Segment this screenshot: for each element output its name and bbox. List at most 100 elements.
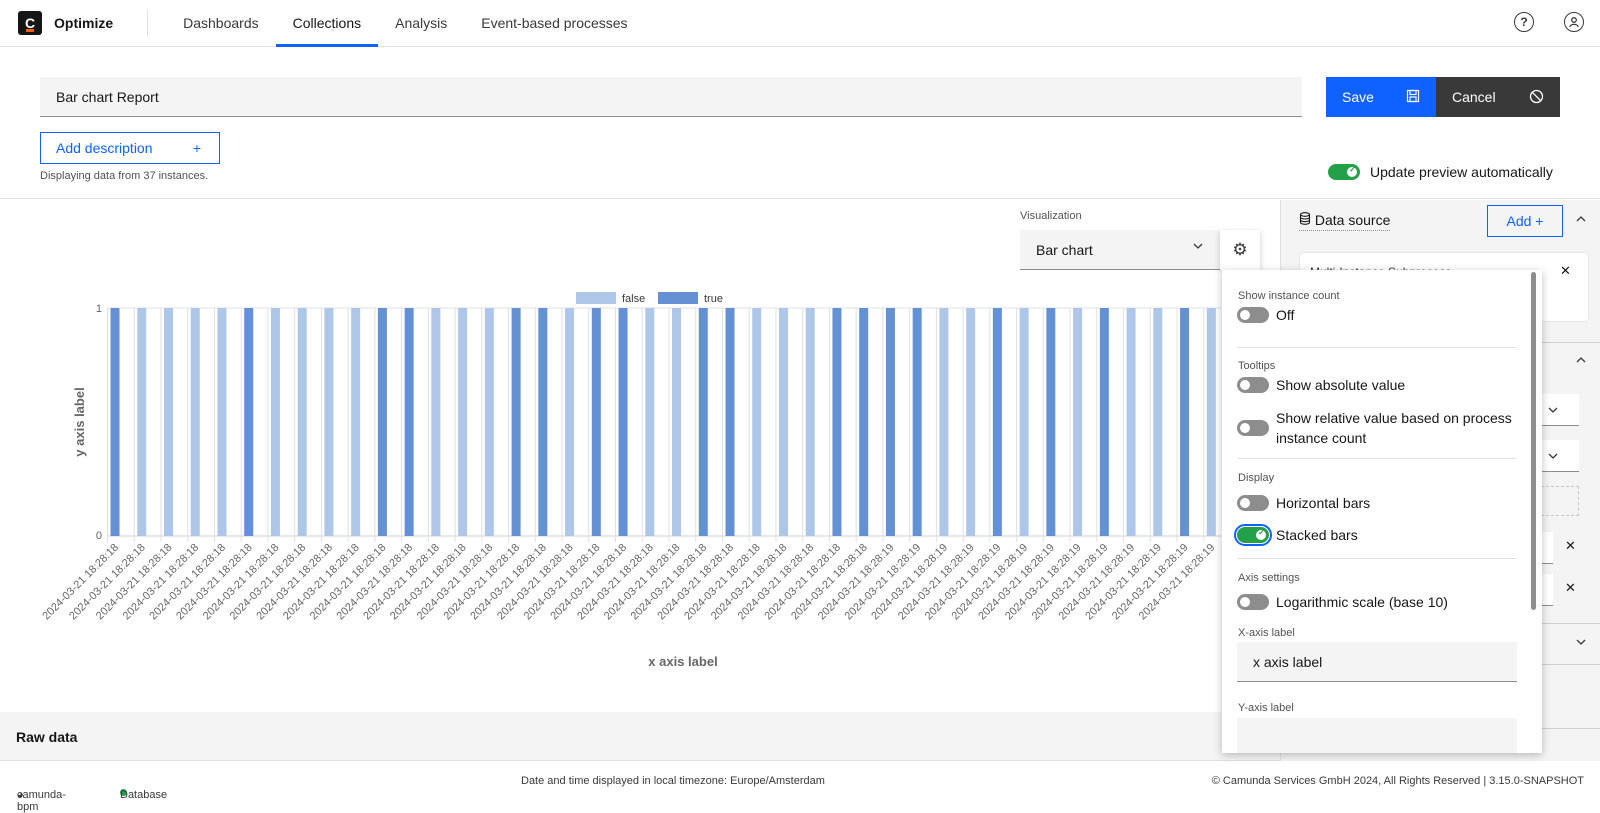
toggle-label: Show absolute value: [1276, 377, 1406, 393]
chevron-down-icon[interactable]: [1575, 636, 1587, 651]
nav-tab-collections[interactable]: Collections: [275, 0, 379, 47]
auto-preview-toggle[interactable]: [1328, 164, 1360, 180]
bar-true[interactable]: [832, 308, 842, 536]
bar-false[interactable]: [217, 308, 227, 536]
bar-true[interactable]: [992, 308, 1002, 536]
auto-preview-toggle-row[interactable]: Update preview automatically: [1328, 164, 1553, 180]
stacked-bars-toggle[interactable]: [1234, 524, 1272, 546]
bar-true[interactable]: [859, 308, 869, 536]
bar-true[interactable]: [511, 308, 521, 536]
horizontal-bars-toggle[interactable]: [1237, 495, 1269, 511]
bar-true[interactable]: [244, 308, 254, 536]
bar-false[interactable]: [1126, 308, 1136, 536]
close-icon[interactable]: ✕: [1565, 580, 1576, 596]
visualization-select[interactable]: Bar chart: [1020, 230, 1220, 270]
bar-false[interactable]: [939, 308, 949, 536]
stacked-bars-toggle-row[interactable]: Stacked bars: [1234, 524, 1358, 546]
instance-count-text: Displaying data from 37 instances.: [40, 170, 209, 182]
bar-true[interactable]: [110, 308, 120, 536]
divider: [1238, 347, 1516, 348]
log-scale-toggle[interactable]: [1237, 594, 1269, 610]
log-scale-toggle-row[interactable]: Logarithmic scale (base 10): [1237, 594, 1448, 610]
bar-true[interactable]: [591, 308, 601, 536]
y-axis-label-input[interactable]: [1237, 718, 1517, 753]
toggle-label: Logarithmic scale (base 10): [1276, 594, 1448, 610]
toggle-label-line: Show relative value based on process: [1276, 410, 1512, 426]
bar-false[interactable]: [351, 308, 361, 536]
bar-true[interactable]: [912, 308, 922, 536]
cancel-label: Cancel: [1452, 89, 1496, 105]
bar-false[interactable]: [163, 308, 173, 536]
show-absolute-value-toggle-row[interactable]: Show absolute value: [1237, 377, 1405, 393]
bar-true[interactable]: [538, 308, 548, 536]
y-axis-label-title: Y-axis label: [1238, 702, 1294, 714]
close-icon[interactable]: ✕: [1565, 538, 1576, 554]
nav-tab-analysis[interactable]: Analysis: [378, 0, 464, 47]
cancel-icon: [1529, 89, 1544, 107]
add-description-button[interactable]: Add description +: [40, 132, 220, 164]
chart-area: Visualization Bar chart ⚙ 2024-03-21 18:…: [0, 200, 1280, 712]
brand-name[interactable]: Optimize: [54, 15, 113, 31]
bar-true[interactable]: [1180, 308, 1190, 536]
bar-true[interactable]: [1099, 308, 1109, 536]
chevron-up-icon[interactable]: [1575, 354, 1587, 369]
show-relative-value-toggle[interactable]: [1237, 420, 1269, 436]
bar-false[interactable]: [1206, 308, 1216, 536]
user-icon[interactable]: [1564, 12, 1584, 32]
save-button[interactable]: Save: [1326, 77, 1436, 117]
bar-false[interactable]: [966, 308, 976, 536]
bar-false[interactable]: [672, 308, 682, 536]
bar-true[interactable]: [377, 308, 387, 536]
data-source-heading[interactable]: Data source: [1299, 212, 1391, 231]
bar-false[interactable]: [297, 308, 307, 536]
bar-true[interactable]: [618, 308, 628, 536]
nav-divider: [147, 10, 149, 36]
bar-false[interactable]: [137, 308, 147, 536]
bar-true[interactable]: [404, 308, 414, 536]
bar-false[interactable]: [270, 308, 280, 536]
chevron-up-icon[interactable]: [1575, 213, 1587, 228]
bar-false[interactable]: [190, 308, 200, 536]
show-relative-value-toggle-row[interactable]: Show relative value based on process ins…: [1237, 408, 1512, 448]
chevron-down-icon: [1548, 407, 1558, 413]
bar-false[interactable]: [458, 308, 468, 536]
divider: [1238, 458, 1516, 459]
bar-false[interactable]: [1073, 308, 1083, 536]
help-icon[interactable]: ?: [1514, 12, 1534, 32]
horizontal-bars-toggle-row[interactable]: Horizontal bars: [1237, 495, 1370, 511]
add-data-source-button[interactable]: Add +: [1487, 205, 1563, 237]
bar-true[interactable]: [885, 308, 895, 536]
nav-tab-dashboards[interactable]: Dashboards: [166, 0, 276, 47]
bar-true[interactable]: [698, 308, 708, 536]
x-axis-label-input[interactable]: x axis label: [1237, 642, 1517, 682]
legend-label-false: false: [622, 293, 645, 305]
bar-false[interactable]: [805, 308, 815, 536]
data-source-title: Data source: [1314, 212, 1391, 228]
bar-false[interactable]: [1153, 308, 1163, 536]
show-absolute-value-toggle[interactable]: [1237, 377, 1269, 393]
bar-false[interactable]: [1019, 308, 1029, 536]
nav-tab-event-based-processes[interactable]: Event-based processes: [464, 0, 644, 47]
bar-true[interactable]: [725, 308, 735, 536]
section-label: Tooltips: [1238, 360, 1276, 372]
close-icon[interactable]: ✕: [1560, 263, 1571, 279]
legend-swatch-true: [658, 292, 698, 304]
bar-false[interactable]: [565, 308, 575, 536]
footer: ◕ camunda-bpm Database Date and time dis…: [0, 761, 1600, 813]
cancel-button[interactable]: Cancel: [1436, 77, 1560, 117]
bar-false[interactable]: [324, 308, 334, 536]
bar-false[interactable]: [645, 308, 655, 536]
scrollbar[interactable]: [1531, 272, 1536, 610]
bar-true[interactable]: [1046, 308, 1056, 536]
raw-data-section-toggle[interactable]: Raw data: [0, 712, 1280, 761]
chart-settings-button[interactable]: ⚙: [1220, 230, 1260, 270]
y-tick-label: 1: [96, 303, 102, 315]
show-instance-count-toggle[interactable]: [1237, 307, 1269, 323]
section-label: Show instance count: [1238, 290, 1340, 302]
bar-false[interactable]: [484, 308, 494, 536]
show-instance-count-toggle-row[interactable]: Off: [1237, 307, 1294, 323]
bar-false[interactable]: [778, 308, 788, 536]
bar-false[interactable]: [431, 308, 441, 536]
report-name-input[interactable]: Bar chart Report: [40, 77, 1302, 117]
bar-false[interactable]: [752, 308, 762, 536]
